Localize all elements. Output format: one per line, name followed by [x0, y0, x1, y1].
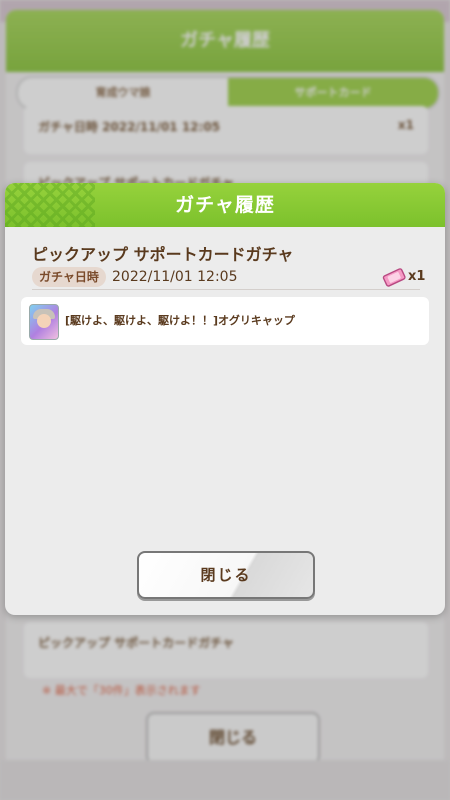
gacha-history-modal: ガチャ履歴 ピックアップ サポートカードガチャ ガチャ日時 2022/11/01… — [5, 183, 445, 615]
modal-header: ガチャ履歴 — [5, 183, 445, 227]
card-name: [駆けよ、駆けよ、駆けよ！！]オグリキャップ — [65, 314, 295, 327]
result-card[interactable]: [駆けよ、駆けよ、駆けよ！！]オグリキャップ — [21, 297, 429, 345]
ticket-count: x1 — [408, 269, 426, 284]
portrait-face — [37, 314, 51, 328]
close-button-label: 閉じる — [200, 566, 252, 584]
support-card-icon — [29, 304, 59, 340]
date-value: 2022/11/01 12:05 — [112, 269, 238, 285]
modal-title: ガチャ履歴 — [175, 194, 275, 216]
divider — [32, 289, 420, 290]
ticket-icon — [382, 268, 406, 287]
gacha-name: ピックアップ サポートカードガチャ — [32, 245, 294, 264]
date-label-badge: ガチャ日時 — [32, 267, 106, 287]
close-button[interactable]: 閉じる — [137, 551, 315, 599]
